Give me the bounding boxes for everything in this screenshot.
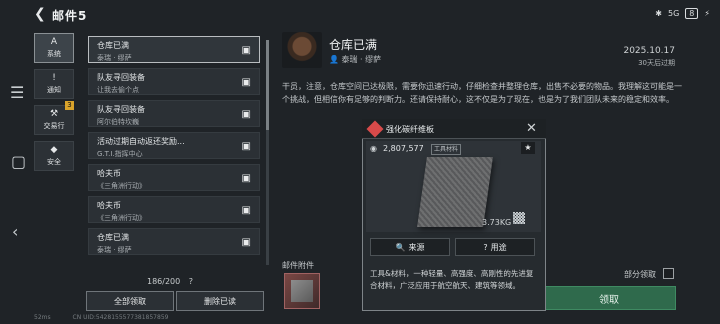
partial-claim-label: 部分领取 (624, 270, 656, 279)
attachment-item[interactable] (284, 273, 320, 309)
gift-icon: ▣ (241, 109, 251, 120)
attachment-label: 邮件附件 (282, 261, 314, 270)
mail-item[interactable]: 队友寻回装备 让我去偷个点 ▣ (88, 68, 260, 95)
star-icon[interactable]: ★ (521, 142, 535, 154)
notice-icon: ! (52, 73, 56, 83)
use-button[interactable]: ? 用途 (455, 238, 535, 256)
mail-item-title: 仓库已满 (97, 233, 129, 242)
mail-item-sender: 泰瑞 · 缪萨 (97, 246, 132, 254)
battery-indicator: 8 (685, 8, 699, 19)
mail-item-title: 哈夫币 (97, 169, 121, 178)
item-name: 强化碳纤维板 (386, 125, 434, 134)
gift-icon: ▣ (241, 205, 251, 216)
status-icons: ✱ 5G 8 ⚡ (655, 8, 710, 19)
help-icon[interactable]: ? (189, 277, 193, 286)
category-notice[interactable]: ! 通知 (34, 69, 74, 99)
gift-icon: ▣ (241, 77, 251, 88)
category-system[interactable]: A 系统 (34, 33, 74, 63)
source-button-label: 来源 (408, 242, 425, 252)
category-security[interactable]: ◆ 安全 (34, 141, 74, 171)
mail-item[interactable]: 哈夫币 《三角洲行动》 ▣ (88, 164, 260, 191)
item-description: 工具&材料，一种轻量、高强度、高刚性的先进复合材料，广泛应用于航空航天、建筑等领… (370, 269, 534, 290)
mail-item[interactable]: 队友寻回装备 阿尔伯特坎巍 ▣ (88, 100, 260, 127)
coin-icon: ◉ (370, 144, 377, 153)
mail-item-sender: 《三角洲行动》 (97, 214, 146, 222)
sender-avatar (282, 32, 322, 68)
item-image (417, 157, 493, 227)
mail-body: 干员，注意，仓库空间已达极限，需要你迅速行动，仔细检查并整理仓库，出售不必要的物… (282, 82, 682, 104)
mail-item-sender: 《三角洲行动》 (97, 182, 146, 190)
gift-icon: ▣ (241, 173, 251, 184)
category-label: 通知 (47, 86, 61, 94)
mail-sender: 👤 泰瑞 · 缪萨 (329, 55, 382, 64)
mail-item-title: 仓库已满 (97, 41, 129, 50)
mail-sender-name: 泰瑞 · 缪萨 (341, 55, 382, 64)
gift-icon: ▣ (241, 45, 251, 56)
bluetooth-icon: ✱ (655, 9, 662, 18)
ping: 52ms (34, 314, 51, 321)
mail-item[interactable]: 哈夫币 《三角洲行动》 ▣ (88, 196, 260, 223)
menu-icon[interactable]: ☰ (10, 83, 24, 102)
uid: CN UID:5428155577381857859 (72, 314, 169, 321)
mail-item-sender: G.T.I.指挥中心 (97, 150, 143, 158)
trade-icon: ⚒ (49, 109, 59, 119)
mail-item-title: 队友寻回装备 (97, 105, 145, 114)
mail-title: 仓库已满 (329, 38, 378, 52)
system-icon: A (50, 37, 58, 47)
category-label: 交易行 (43, 122, 65, 130)
mail-item-sender: 泰瑞 · 缪萨 (97, 54, 132, 62)
question-icon: ? (483, 242, 488, 252)
security-icon: ◆ (50, 145, 58, 155)
close-icon[interactable]: ✕ (526, 121, 537, 136)
mail-item-sender: 阿尔伯特坎巍 (97, 118, 139, 126)
footer-info: 52ms CN UID:5428155577381857859 (34, 314, 168, 321)
mail-item[interactable]: 仓库已满 泰瑞 · 缪萨 ▣ (88, 36, 260, 63)
mail-date: 2025.10.17 (623, 46, 675, 56)
signal-icon: 5G (667, 9, 680, 18)
list-scrollbar-thumb[interactable] (266, 40, 269, 130)
mail-item-sender: 让我去偷个点 (97, 86, 139, 94)
back-arrow-icon[interactable]: ❮ (34, 7, 48, 21)
delete-read-button[interactable]: 删除已读 (176, 291, 264, 311)
charging-icon: ⚡ (704, 9, 710, 18)
square-icon[interactable]: ▢ (11, 152, 26, 171)
item-category-tag: 工具材料 (431, 144, 462, 155)
mail-item[interactable]: 活动过期自动返还奖励... G.T.I.指挥中心 ▣ (88, 132, 260, 159)
mail-count: 186/200 ? (147, 277, 193, 286)
mail-count-value: 186/200 (147, 277, 181, 286)
search-icon: 🔍 (395, 242, 406, 252)
partial-claim-checkbox[interactable] (663, 268, 674, 279)
use-button-label: 用途 (490, 242, 507, 252)
size-grid-icon (513, 212, 525, 224)
item-weight: 3.73KG (482, 218, 512, 227)
claim-all-button[interactable]: 全部领取 (86, 291, 174, 311)
mail-expire: 30天后过期 (638, 59, 675, 67)
gift-icon: ▣ (241, 141, 251, 152)
gift-icon: ▣ (241, 237, 251, 248)
unread-badge: 3 (65, 101, 74, 110)
source-button[interactable]: 🔍 来源 (370, 238, 450, 256)
mail-item-title: 队友寻回装备 (97, 73, 145, 82)
mail-item[interactable]: 仓库已满 泰瑞 · 缪萨 ▣ (88, 228, 260, 255)
page-title: 邮件5 (52, 9, 88, 23)
category-label: 系统 (47, 50, 61, 58)
mail-item-title: 哈夫币 (97, 201, 121, 210)
claim-button[interactable]: 领取 (542, 286, 676, 310)
back-chevron-icon[interactable]: ‹ (12, 222, 18, 241)
item-value: 2,807,577 (383, 144, 424, 153)
category-label: 安全 (47, 158, 61, 166)
mail-item-title: 活动过期自动返还奖励... (97, 137, 185, 146)
